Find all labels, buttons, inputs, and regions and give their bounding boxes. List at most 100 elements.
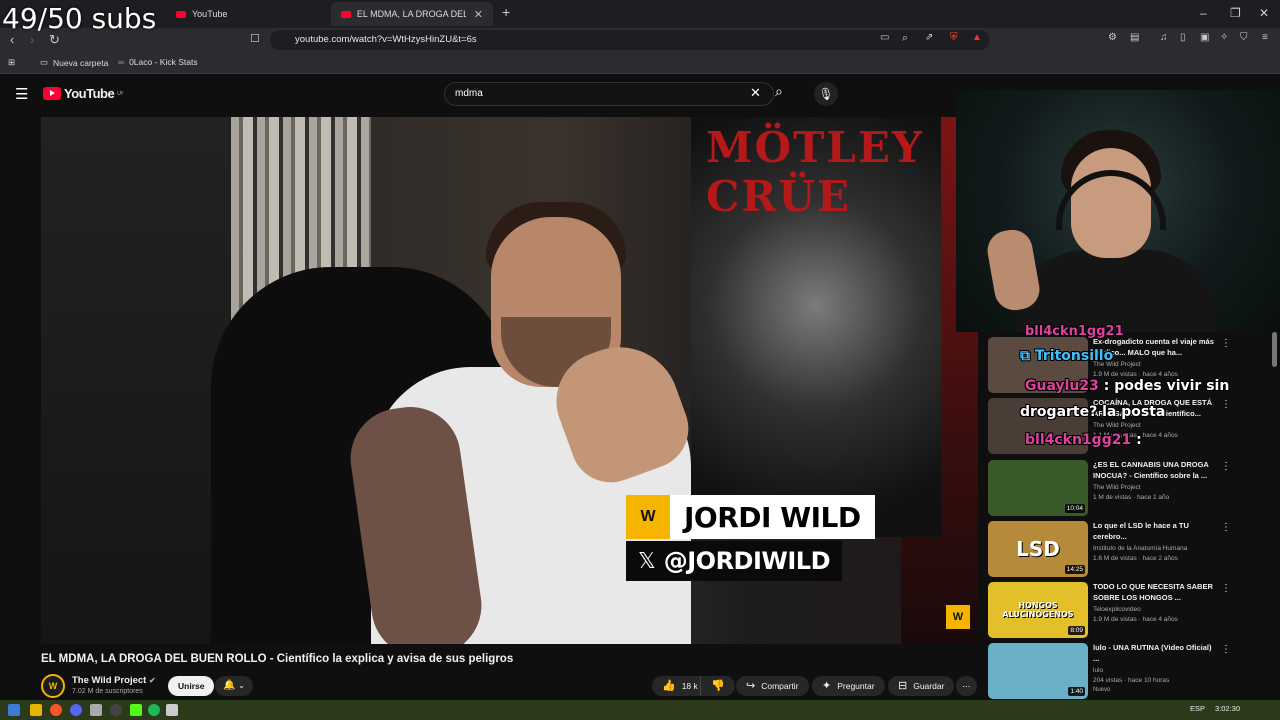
recommended-title[interactable]: Lo que el LSD le hace a TU cerebro... [1093, 521, 1218, 542]
brave-rewards-icon[interactable]: ▲ [972, 32, 982, 43]
minimize-icon[interactable]: – [1200, 6, 1207, 20]
recommended-channel[interactable]: Instituto de la Anatomía Humana [1093, 545, 1187, 552]
spotify-icon[interactable] [148, 704, 160, 716]
clear-search-icon[interactable]: ✕ [750, 85, 761, 101]
more-actions-button[interactable]: ⋯ [956, 676, 977, 696]
share-button[interactable]: ↪ Compartir [736, 676, 809, 696]
channel-watermark-icon[interactable]: W [946, 605, 970, 629]
video-thumbnail[interactable]: 1:40 [988, 643, 1088, 699]
youtube-play-icon [43, 87, 61, 100]
recommended-video[interactable]: 1:40 lulo - UNA RUTINA (Video Oficial) ..… [988, 643, 1238, 701]
chat-message: drogarte? la posta [1020, 404, 1165, 420]
wallet-icon[interactable]: ▣ [1200, 32, 1209, 43]
notification-bell-button[interactable]: 🔔 ⌄ [215, 676, 253, 696]
youtube-logo[interactable]: YouTube UY [43, 86, 124, 101]
subscriber-goal-overlay: 49/50 subs [2, 2, 157, 35]
duration-badge: 10:04 [1064, 504, 1085, 513]
brave-shield-icon[interactable]: ⛨ [950, 32, 958, 43]
recommended-video[interactable]: LSD 14:25 Lo que el LSD le hace a TU cereb… [988, 521, 1238, 579]
recommended-channel[interactable]: lulo [1093, 667, 1103, 674]
zoom-icon[interactable]: ⌕ [902, 32, 908, 45]
apps-grid-icon[interactable]: ⊞ [8, 57, 15, 68]
thumbs-up-icon: 👍 [662, 680, 676, 692]
subscriber-count: 7.02 M de suscriptores [72, 688, 143, 695]
bookmark-folder[interactable]: ▭ Nueva carpeta [40, 57, 108, 68]
music-icon[interactable]: ♫ [1160, 32, 1168, 43]
recommended-title[interactable]: ¿ES EL CANNABIS UNA DROGA INOCUA? - Cien… [1093, 460, 1218, 481]
bookmark-icon[interactable]: ☐ [250, 32, 260, 45]
more-vertical-icon[interactable]: ⋮ [1221, 338, 1231, 349]
video-thumbnail[interactable]: 10:04 [988, 460, 1088, 516]
file-explorer-icon[interactable] [30, 704, 42, 716]
more-vertical-icon[interactable]: ⋮ [1221, 583, 1231, 594]
search-icon[interactable]: ⌕ [775, 83, 783, 100]
streamer-facecam [956, 90, 1280, 332]
region-code: UY [117, 90, 124, 97]
video-thumbnail[interactable]: HONGOS ALUCINÓGENOS 8:09 [988, 582, 1088, 638]
menu-icon[interactable]: ≡ [1262, 32, 1268, 43]
microphone-icon[interactable]: 🎙 [814, 82, 838, 106]
hamburger-menu-icon[interactable]: ☰ [15, 85, 28, 103]
restore-icon[interactable]: ❐ [1230, 6, 1241, 20]
recommended-meta: 1.9 M de vistas · hace 4 años [1093, 616, 1178, 623]
brave-icon[interactable] [50, 704, 62, 716]
video-thumbnail[interactable]: LSD 14:25 [988, 521, 1088, 577]
tab-current-video[interactable]: EL MDMA, LA DROGA DEL BUEN ✕ [331, 2, 493, 26]
vpn-icon[interactable]: ⛉ [1240, 32, 1248, 43]
sidebar-icon[interactable]: ▤ [1130, 32, 1139, 43]
kick-icon[interactable] [130, 704, 142, 716]
new-badge: Nuevo [1093, 687, 1111, 693]
join-button[interactable]: Unirse [168, 676, 215, 696]
sidebar-scrollbar[interactable] [1272, 332, 1277, 367]
lower-third-name: JORDI WILD [684, 500, 861, 534]
poster-title: MÖTLEY CRÜE [706, 123, 924, 221]
sparkle-icon: ✦ [822, 680, 832, 692]
chat-message: Guaylu23 : podes vivir sin [1025, 378, 1229, 394]
more-vertical-icon[interactable]: ⋮ [1221, 644, 1231, 655]
chat-message: ⧉ Tritonsillo [1020, 348, 1113, 364]
clock[interactable]: 3:02:30 [1215, 704, 1240, 713]
lower-third-handle: @JORDIWILD [663, 547, 831, 575]
recommended-video[interactable]: HONGOS ALUCINÓGENOS 8:09 TODO LO QUE NECES… [988, 582, 1238, 640]
more-vertical-icon[interactable]: ⋮ [1221, 461, 1231, 472]
bookmark-label: Nueva carpeta [53, 57, 109, 68]
search-input[interactable]: mdma [444, 82, 774, 106]
close-tab-icon[interactable]: ✕ [474, 8, 483, 21]
recommended-channel[interactable]: The Wild Project [1093, 422, 1141, 429]
more-vertical-icon[interactable]: ⋮ [1221, 522, 1231, 533]
extensions-icon[interactable]: ⚙ [1108, 32, 1117, 43]
start-icon[interactable] [8, 704, 20, 716]
app-icon[interactable] [90, 704, 102, 716]
obs-icon[interactable] [110, 704, 122, 716]
new-tab-icon[interactable]: + [502, 4, 510, 20]
share-icon[interactable]: ⇗ [925, 32, 933, 43]
close-window-icon[interactable]: ✕ [1259, 6, 1269, 20]
more-vertical-icon[interactable]: ⋮ [1221, 399, 1231, 410]
chat-username: Tritonsillo [1034, 348, 1114, 364]
ask-button[interactable]: ✦ Preguntar [812, 676, 885, 696]
verified-icon: ✔ [148, 676, 156, 685]
recommended-video[interactable]: 10:04 ¿ES EL CANNABIS UNA DROGA INOCUA? -… [988, 460, 1238, 518]
leo-icon[interactable]: ✧ [1220, 32, 1228, 43]
tab-youtube[interactable]: YouTube [166, 2, 237, 26]
search-value: mdma [455, 88, 483, 99]
share-label: Compartir [761, 681, 799, 691]
bookmarks-bar: ⊞ ▭ Nueva carpeta ∞ 0Laco - Kick Stats [0, 52, 1280, 74]
channel-avatar[interactable]: W [41, 674, 65, 698]
video-player[interactable]: MÖTLEY CRÜE W JORDI WILD 𝕏 @JORDIWILD W [41, 117, 978, 644]
channel-name[interactable]: The Wild Project ✔ [72, 675, 156, 686]
cast-icon[interactable]: ▭ [880, 32, 889, 43]
panel-icon[interactable]: ▯ [1180, 32, 1186, 43]
recommended-channel[interactable]: The Wild Project [1093, 484, 1141, 491]
bookmark-kick-stats[interactable]: ∞ 0Laco - Kick Stats [118, 57, 198, 67]
app-icon[interactable] [166, 704, 178, 716]
duration-badge: 1:40 [1068, 687, 1085, 696]
language-indicator[interactable]: ESP [1190, 704, 1205, 713]
dislike-button[interactable]: 👎 [700, 676, 735, 696]
recommended-channel[interactable]: Teloexplicovideo [1093, 606, 1141, 613]
discord-icon[interactable] [70, 704, 82, 716]
recommended-title[interactable]: TODO LO QUE NECESITA SABER SOBRE LOS HON… [1093, 582, 1218, 603]
recommended-title[interactable]: lulo - UNA RUTINA (Video Oficial) ... [1093, 643, 1218, 664]
chat-text: : podes vivir sin [1103, 378, 1230, 394]
save-button[interactable]: ⊟ Guardar [888, 676, 955, 696]
